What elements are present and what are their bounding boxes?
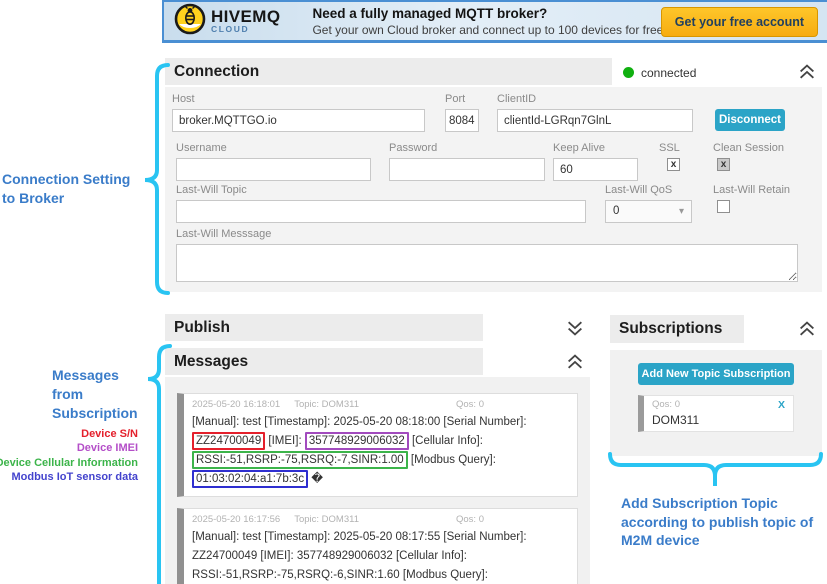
lastwill-message-textarea[interactable]	[176, 244, 798, 282]
keepalive-label: Keep Alive	[553, 142, 638, 154]
port-label: Port	[445, 93, 479, 105]
annotation-legend: Device S/N Device IMEI Device Cellular I…	[0, 427, 138, 484]
publish-title: Publish	[174, 319, 230, 337]
connection-header: Connection connected	[165, 58, 822, 85]
clean-session-label: Clean Session	[713, 142, 784, 154]
host-input[interactable]	[172, 109, 425, 132]
message-card: 2025-05-20 16:18:01 Topic: DOM311 Qos: 0…	[177, 393, 578, 497]
legend-device-imei: Device IMEI	[0, 441, 138, 455]
expand-publish-icon[interactable]	[566, 320, 584, 336]
username-label: Username	[176, 142, 371, 154]
brand-name: HIVEMQ	[211, 9, 280, 24]
connection-title: Connection	[174, 63, 259, 81]
password-input[interactable]	[389, 158, 545, 181]
publish-header: Publish	[165, 314, 590, 341]
subscriptions-panel: Add New Topic Subscription Qos: 0 X DOM3…	[610, 350, 822, 456]
message-qos: Qos: 0	[456, 399, 484, 410]
subscription-qos: Qos: 0	[652, 399, 680, 411]
messages-header-strip: Messages	[165, 348, 483, 375]
status-label: connected	[641, 66, 696, 80]
disconnect-button[interactable]: Disconnect	[715, 109, 785, 131]
subscriptions-header: Subscriptions	[610, 315, 822, 343]
lastwill-topic-input[interactable]	[176, 200, 586, 223]
brace-subscription-graphic	[608, 452, 824, 492]
banner-headline: Need a fully managed MQTT broker?	[312, 6, 666, 21]
brace-connection-graphic	[142, 63, 170, 295]
legend-device-sn: Device S/N	[0, 427, 138, 441]
bee-icon	[174, 3, 206, 40]
annotation-subscription-note: Add Subscription Topic according to publ…	[621, 494, 826, 550]
cellular-info-highlight: RSSI:-51,RSRP:-75,RSRQ:-7,SINR:1.00	[192, 451, 408, 469]
legend-modbus-data: Modbus IoT sensor data	[0, 470, 138, 484]
legend-device-cellular: Device Cellular Information	[0, 456, 138, 470]
message-payload: [Manual]: test [Timestamp]: 2025-05-20 0…	[192, 528, 569, 584]
subscriptions-title: Subscriptions	[619, 320, 722, 338]
lastwill-message-label: Last-Will Messsage	[176, 228, 798, 240]
publish-header-strip: Publish	[165, 314, 483, 341]
username-input[interactable]	[176, 158, 371, 181]
connection-status: connected	[623, 64, 696, 82]
clean-session-checkbox[interactable]: x	[717, 158, 730, 171]
chevron-down-icon: ▾	[679, 201, 684, 222]
keepalive-input[interactable]	[553, 158, 638, 181]
serial-number-highlight: ZZ24700049	[192, 432, 265, 450]
hivemq-banner: HIVEMQ CLOUD Need a fully managed MQTT b…	[162, 0, 827, 43]
annotation-connection-note: Connection Setting to Broker	[2, 170, 152, 208]
ssl-label: SSL	[659, 142, 680, 154]
messages-list: 2025-05-20 16:18:01 Topic: DOM311 Qos: 0…	[165, 377, 590, 584]
collapse-messages-icon[interactable]	[566, 354, 584, 370]
lastwill-retain-checkbox[interactable]	[717, 200, 730, 213]
password-label: Password	[389, 142, 545, 154]
message-qos: Qos: 0	[456, 514, 484, 525]
subscription-item: Qos: 0 X DOM311	[638, 395, 794, 432]
lastwill-qos-value: 0	[613, 205, 619, 217]
message-time: 2025-05-20 16:17:56	[192, 514, 280, 525]
clientid-input[interactable]	[497, 109, 693, 132]
message-topic: Topic: DOM311	[294, 399, 359, 410]
connection-form: Host Port ClientID Disconnect Username P…	[165, 87, 822, 292]
collapse-subscriptions-icon[interactable]	[798, 321, 816, 337]
add-new-topic-subscription-button[interactable]: Add New Topic Subscription	[638, 363, 794, 385]
message-payload: [Manual]: test [Timestamp]: 2025-05-20 0…	[192, 413, 569, 489]
messages-header: Messages	[165, 348, 590, 375]
modbus-data-highlight: 01:03:02:04:a1:7b:3c	[192, 470, 308, 488]
collapse-connection-icon[interactable]	[798, 64, 816, 80]
lastwill-topic-label: Last-Will Topic	[176, 184, 586, 196]
ssl-checkbox[interactable]: x	[667, 158, 680, 171]
clientid-label: ClientID	[497, 93, 693, 105]
get-free-account-button[interactable]: Get your free account	[661, 7, 818, 37]
subscription-topic: DOM311	[652, 413, 785, 427]
lastwill-qos-label: Last-Will QoS	[605, 184, 692, 196]
hivemq-logo: HIVEMQ CLOUD	[174, 3, 280, 40]
message-time: 2025-05-20 16:18:01	[192, 399, 280, 410]
status-dot	[623, 67, 634, 78]
brace-messages-graphic	[146, 344, 172, 584]
mqtt-client-screenshot: HIVEMQ CLOUD Need a fully managed MQTT b…	[0, 0, 827, 584]
imei-highlight: 357748929006032	[305, 432, 409, 450]
connection-header-strip: Connection	[165, 58, 612, 85]
message-topic: Topic: DOM311	[294, 514, 359, 525]
lastwill-retain-label: Last-Will Retain	[713, 184, 790, 196]
remove-subscription-button[interactable]: X	[778, 399, 785, 411]
messages-title: Messages	[174, 353, 248, 371]
host-label: Host	[172, 93, 425, 105]
message-card: 2025-05-20 16:17:56 Topic: DOM311 Qos: 0…	[177, 508, 578, 584]
banner-subheadline: Get your own Cloud broker and connect up…	[312, 23, 666, 37]
lastwill-qos-select[interactable]: 0 ▾	[605, 200, 692, 223]
subscriptions-header-strip: Subscriptions	[610, 315, 744, 343]
port-input[interactable]	[445, 109, 479, 132]
